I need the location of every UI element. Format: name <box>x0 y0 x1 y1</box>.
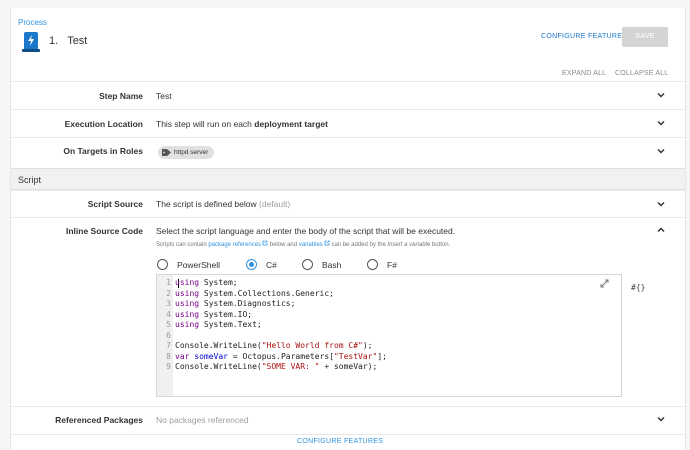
radio-label-bash: Bash <box>322 260 342 270</box>
line-number: 1 <box>166 278 171 287</box>
step-name-row[interactable]: Step Name Test <box>11 81 685 109</box>
collapse-all-button[interactable]: COLLAPSE ALL <box>615 70 668 77</box>
code-line: using System.IO; <box>175 309 253 319</box>
code-line: using System.Diagnostics; <box>175 299 296 308</box>
breadcrumb-process[interactable]: Process <box>18 18 47 27</box>
execution-location-label: Execution Location <box>64 119 143 129</box>
helper-text-2: below and <box>268 242 299 248</box>
variables-link[interactable]: variables <box>299 242 323 248</box>
referenced-packages-value: No packages referenced <box>156 415 249 425</box>
targets-roles-row[interactable]: On Targets in Roles httpd server <box>11 137 685 167</box>
line-number: 4 <box>166 309 171 319</box>
execution-location-value: This step will run on each deployment ta… <box>156 119 328 129</box>
helper-text-3: can be added by the <box>329 242 388 248</box>
code-line: using System; <box>175 278 238 287</box>
helper-text-4: button. <box>430 242 451 248</box>
role-chip: httpd server <box>158 146 215 159</box>
script-source-default: (default) <box>259 199 291 209</box>
step-editor-panel: Process 1. Test CONFIGURE FEATURES SAVE E… <box>10 8 686 450</box>
step-name-value: Test <box>156 91 172 101</box>
radio-fsharp[interactable] <box>367 259 378 270</box>
script-section-header: Script <box>11 168 685 190</box>
script-section-title: Script <box>18 175 42 185</box>
script-source-text: The script is defined below <box>156 199 257 209</box>
configure-features-button[interactable]: CONFIGURE FEATURES <box>541 33 627 40</box>
script-source-row[interactable]: Script Source The script is defined belo… <box>11 190 685 217</box>
code-line: var someVar = Octopus.Parameters["TestVa… <box>175 351 387 361</box>
script-source-value: The script is defined below (default) <box>156 199 290 209</box>
line-number: 2 <box>166 288 171 298</box>
script-source-label: Script Source <box>87 199 143 209</box>
page-title: 1. Test <box>49 35 87 47</box>
chevron-down-icon[interactable] <box>656 146 666 156</box>
inline-source-label: Inline Source Code <box>66 226 143 236</box>
line-number: 3 <box>166 299 171 308</box>
step-script-icon <box>22 32 40 52</box>
code-editor[interactable]: 1 2 3 4 5 6 7 8 9 using System; using Sy… <box>156 274 622 397</box>
chevron-down-icon[interactable] <box>656 199 666 209</box>
referenced-packages-row[interactable]: Referenced Packages No packages referenc… <box>11 406 685 434</box>
execution-location-text: This step will run on each <box>156 119 255 129</box>
chevron-down-icon[interactable] <box>656 414 666 424</box>
radio-bash[interactable] <box>302 259 313 270</box>
targets-roles-label: On Targets in Roles <box>63 146 143 156</box>
radio-csharp[interactable] <box>246 259 257 270</box>
insert-variable-button[interactable]: #{} <box>631 283 645 292</box>
expand-editor-icon[interactable] <box>600 279 609 288</box>
radio-label-fsharp: F# <box>387 260 397 270</box>
tag-icon <box>162 149 171 156</box>
chevron-up-icon[interactable] <box>656 225 666 235</box>
expand-all-button[interactable]: EXPAND ALL <box>562 70 606 77</box>
line-number: 9 <box>166 362 171 371</box>
configure-features-footer-button[interactable]: CONFIGURE FEATURES <box>297 438 383 445</box>
helper-text-1: Scripts can contain <box>156 242 209 248</box>
save-button[interactable]: SAVE <box>622 27 668 47</box>
line-number: 5 <box>166 320 171 329</box>
chevron-down-icon[interactable] <box>656 118 666 128</box>
code-line: Console.WriteLine("Hello World from C#")… <box>175 341 373 350</box>
referenced-packages-label: Referenced Packages <box>55 415 143 425</box>
code-line: using System.Collections.Generic; <box>175 288 334 298</box>
radio-powershell[interactable] <box>157 259 168 270</box>
inline-source-description: Select the script language and enter the… <box>156 226 456 236</box>
execution-location-row[interactable]: Execution Location This step will run on… <box>11 109 685 137</box>
code-line: using System.Text; <box>175 320 262 329</box>
line-number: 7 <box>166 341 171 350</box>
editor-gutter: 1 2 3 4 5 6 7 8 9 <box>157 275 173 396</box>
role-chip-label: httpd server <box>174 149 209 156</box>
radio-label-csharp: C# <box>266 260 277 270</box>
chevron-down-icon[interactable] <box>656 90 666 100</box>
line-number: 8 <box>166 351 171 361</box>
execution-location-bold: deployment target <box>254 119 328 129</box>
helper-italic: Insert a variable <box>387 242 431 248</box>
script-helper-text: Scripts can contain package references b… <box>156 240 450 248</box>
radio-label-powershell: PowerShell <box>177 260 220 270</box>
package-references-link[interactable]: package references <box>208 242 261 248</box>
step-title: Test <box>67 35 88 47</box>
code-line: Console.WriteLine("SOME VAR: " + someVar… <box>175 362 378 371</box>
step-name-label: Step Name <box>99 91 143 101</box>
step-number: 1. <box>49 35 59 47</box>
line-number: 6 <box>166 330 171 340</box>
